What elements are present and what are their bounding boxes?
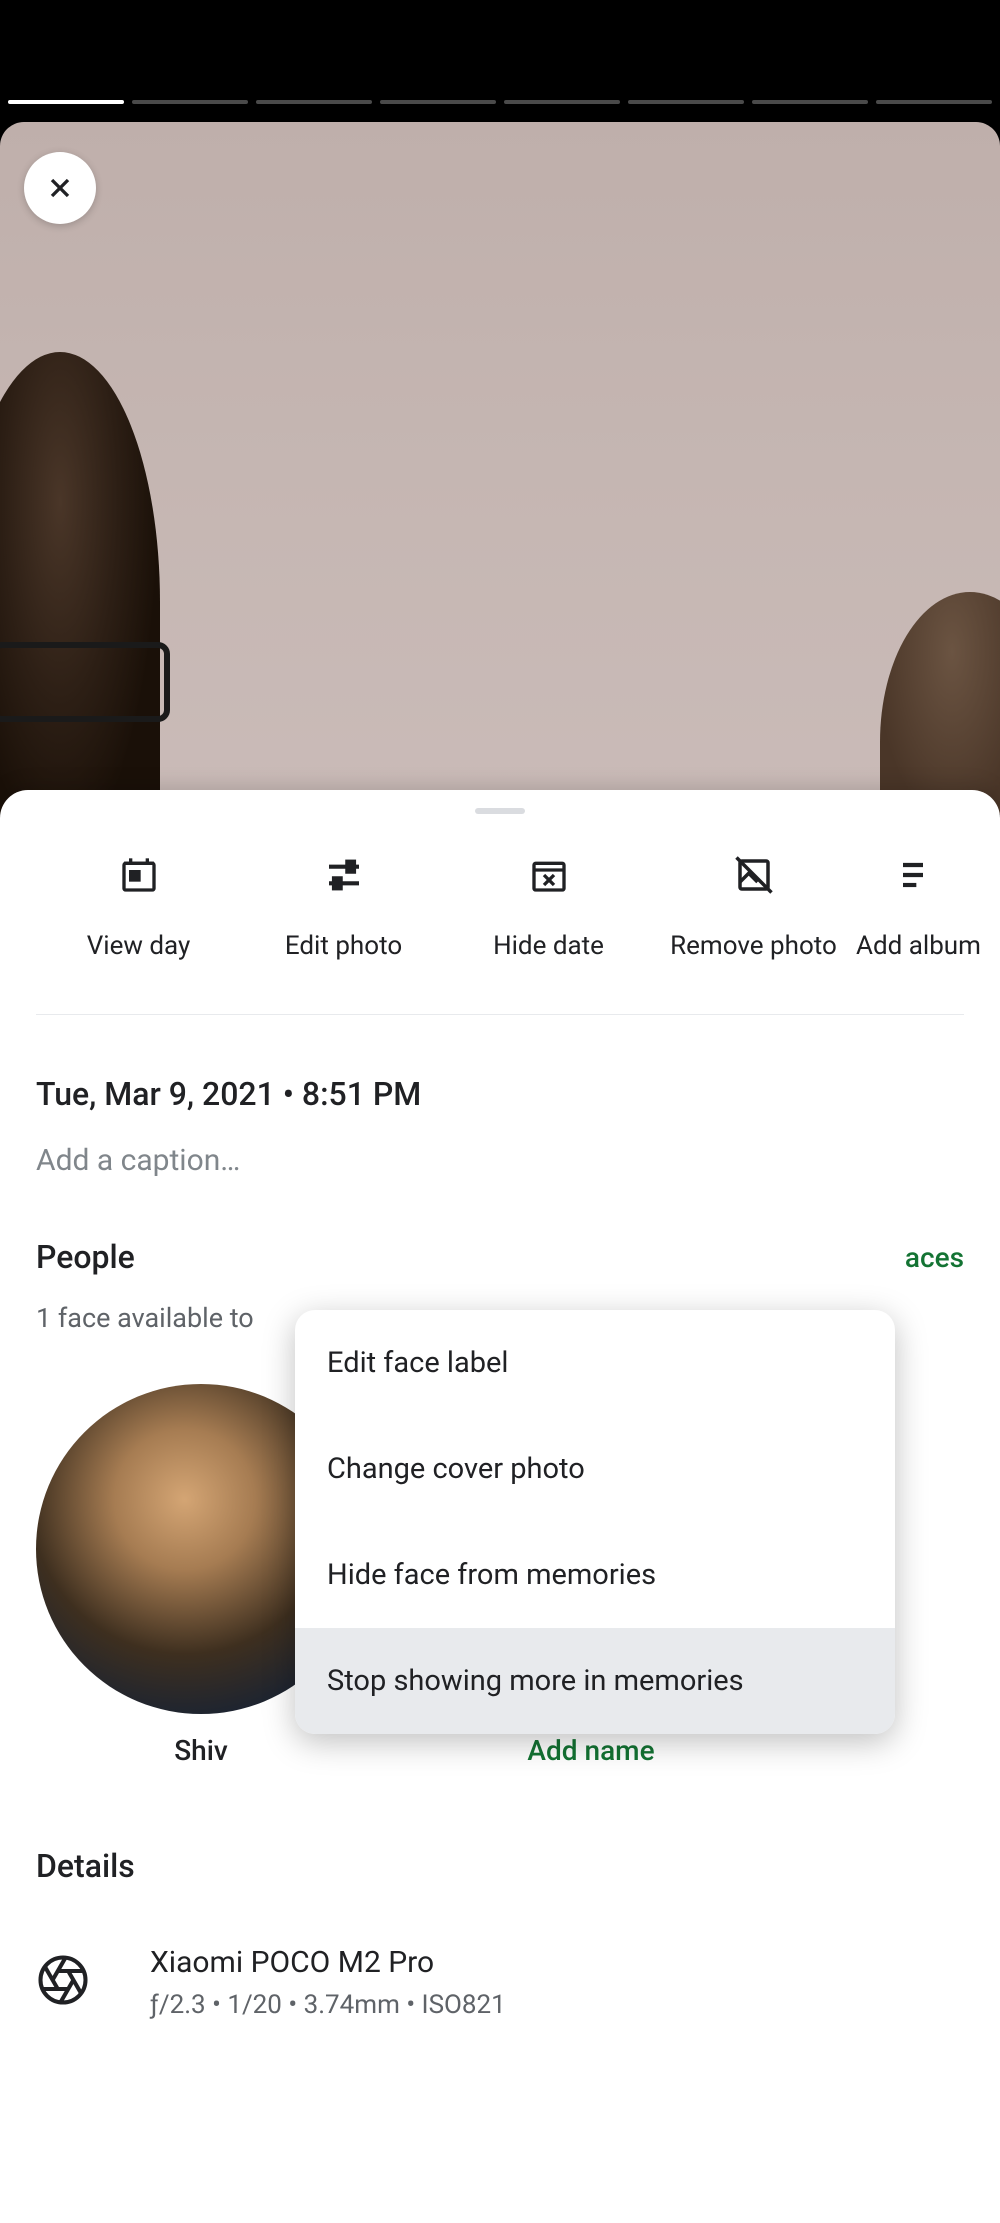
add-album-button[interactable]: Add album bbox=[856, 854, 981, 964]
menu-edit-face-label[interactable]: Edit face label bbox=[295, 1310, 895, 1416]
details-heading: Details bbox=[36, 1847, 964, 1885]
sliders-icon bbox=[324, 855, 364, 895]
calendar-x-icon bbox=[529, 855, 569, 895]
action-row: View day Edit photo Hide date Remove pho… bbox=[36, 814, 964, 1015]
action-label: View day bbox=[87, 928, 191, 964]
camera-model: Xiaomi POCO M2 Pro bbox=[150, 1945, 964, 1980]
photo-person-left bbox=[0, 352, 160, 814]
people-heading: People bbox=[36, 1238, 135, 1276]
close-icon bbox=[44, 172, 76, 204]
faces-link[interactable]: aces bbox=[905, 1241, 964, 1274]
date-section: Tue, Mar 9, 2021 • 8:51 PM Add a caption… bbox=[0, 1015, 1000, 1178]
progress-segment bbox=[8, 100, 124, 104]
status-bar bbox=[0, 0, 1000, 100]
playlist-add-icon bbox=[898, 855, 938, 895]
camera-meta: ƒ/2.3 • 1/20 • 3.74mm • ISO821 bbox=[150, 1990, 964, 2020]
progress-segment bbox=[752, 100, 868, 104]
action-label: Edit photo bbox=[285, 928, 402, 964]
action-label: Remove photo bbox=[670, 928, 837, 964]
progress-segment bbox=[876, 100, 992, 104]
story-progress bbox=[0, 100, 1000, 106]
caption-input[interactable]: Add a caption… bbox=[36, 1143, 964, 1178]
remove-photo-button[interactable]: Remove photo bbox=[651, 854, 856, 964]
person-name: Shiv bbox=[174, 1734, 228, 1767]
progress-segment bbox=[256, 100, 372, 104]
progress-segment bbox=[628, 100, 744, 104]
action-label: Add album bbox=[856, 928, 981, 964]
menu-stop-showing[interactable]: Stop showing more in memories bbox=[295, 1628, 895, 1734]
details-section: Details Xiaomi POCO M2 Pro ƒ/2.3 • 1/20 … bbox=[0, 1767, 1000, 2020]
camera-detail-row: Xiaomi POCO M2 Pro ƒ/2.3 • 1/20 • 3.74mm… bbox=[36, 1945, 964, 2020]
calendar-day-icon bbox=[119, 855, 159, 895]
aperture-icon bbox=[36, 1953, 90, 2007]
close-button[interactable] bbox=[24, 152, 96, 224]
image-off-icon bbox=[733, 854, 775, 896]
photo-date[interactable]: Tue, Mar 9, 2021 • 8:51 PM bbox=[36, 1075, 964, 1113]
edit-photo-button[interactable]: Edit photo bbox=[241, 854, 446, 964]
progress-segment bbox=[504, 100, 620, 104]
menu-change-cover-photo[interactable]: Change cover photo bbox=[295, 1416, 895, 1522]
photo-background[interactable] bbox=[0, 122, 1000, 814]
person-context-menu: Edit face label Change cover photo Hide … bbox=[295, 1310, 895, 1734]
menu-hide-face[interactable]: Hide face from memories bbox=[295, 1522, 895, 1628]
photo-glasses bbox=[0, 642, 170, 722]
photo-person-right bbox=[880, 592, 1000, 814]
hide-date-button[interactable]: Hide date bbox=[446, 854, 651, 964]
progress-segment bbox=[380, 100, 496, 104]
add-name-button[interactable]: Add name bbox=[527, 1734, 654, 1767]
progress-segment bbox=[132, 100, 248, 104]
view-day-button[interactable]: View day bbox=[36, 854, 241, 964]
action-label: Hide date bbox=[493, 928, 604, 964]
